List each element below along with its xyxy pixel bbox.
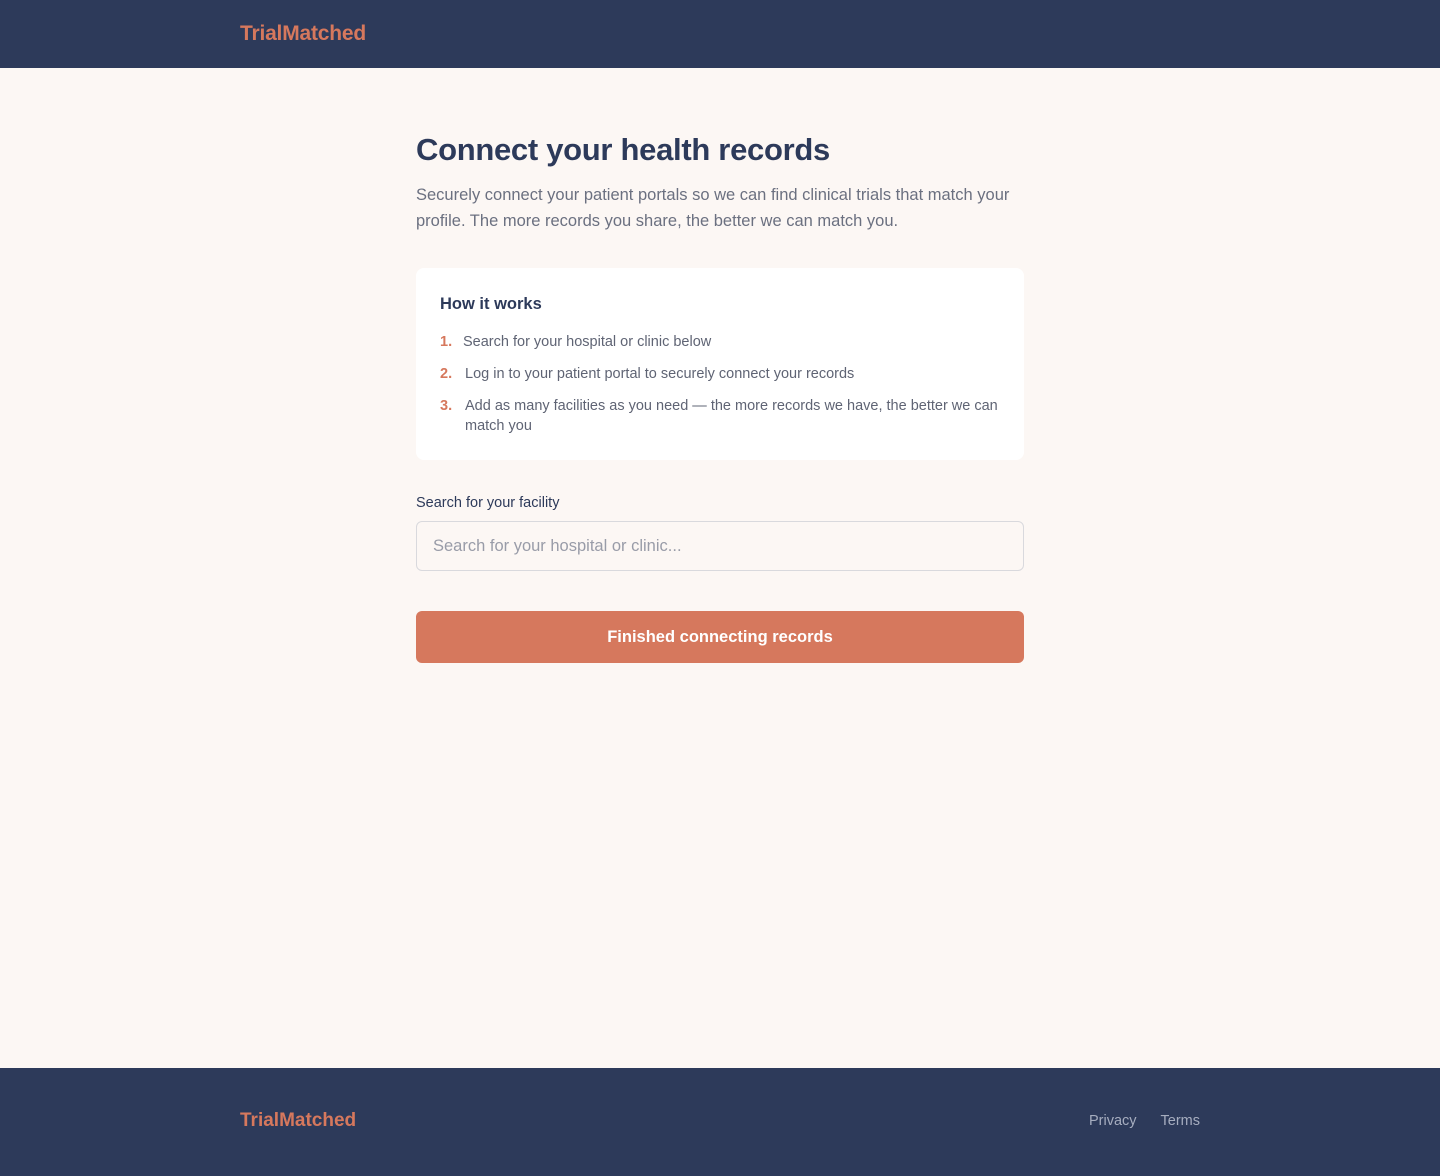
step-item: 3. Add as many facilities as you need — … — [440, 396, 1000, 436]
main-content: Connect your health records Securely con… — [416, 130, 1024, 663]
step-text: Log in to your patient portal to securel… — [465, 366, 855, 382]
step-number: 1. — [440, 334, 453, 350]
how-it-works-card: How it works 1. Search for your hospital… — [416, 268, 1024, 460]
step-item: 1. Search for your hospital or clinic be… — [440, 332, 1000, 352]
finished-connecting-button[interactable]: Finished connecting records — [416, 611, 1024, 663]
footer-link-privacy[interactable]: Privacy — [1089, 1113, 1137, 1129]
search-field-label: Search for your facility — [416, 495, 560, 511]
step-text: Add as many facilities as you need — the… — [465, 398, 998, 434]
steps-list: 1. Search for your hospital or clinic be… — [440, 332, 1000, 436]
brand-logo-link[interactable]: TrialMatched — [240, 22, 366, 46]
how-it-works-title: How it works — [440, 295, 542, 313]
page-subtitle: Securely connect your patient portals so… — [416, 186, 1010, 230]
step-text: Search for your hospital or clinic below — [463, 334, 712, 350]
top-nav-bar: TrialMatched — [0, 0, 1440, 68]
step-item: 2. Log in to your patient portal to secu… — [440, 364, 1000, 384]
footer-link-terms[interactable]: Terms — [1161, 1113, 1200, 1129]
step-number: 3. — [440, 398, 453, 414]
footer: TrialMatched Privacy Terms — [0, 1068, 1440, 1176]
footer-links: Privacy Terms — [1089, 1113, 1200, 1129]
page-title: Connect your health records — [416, 132, 830, 167]
footer-brand-link[interactable]: TrialMatched — [240, 1110, 356, 1132]
facility-search-input[interactable] — [416, 521, 1024, 571]
step-number: 2. — [440, 366, 453, 382]
